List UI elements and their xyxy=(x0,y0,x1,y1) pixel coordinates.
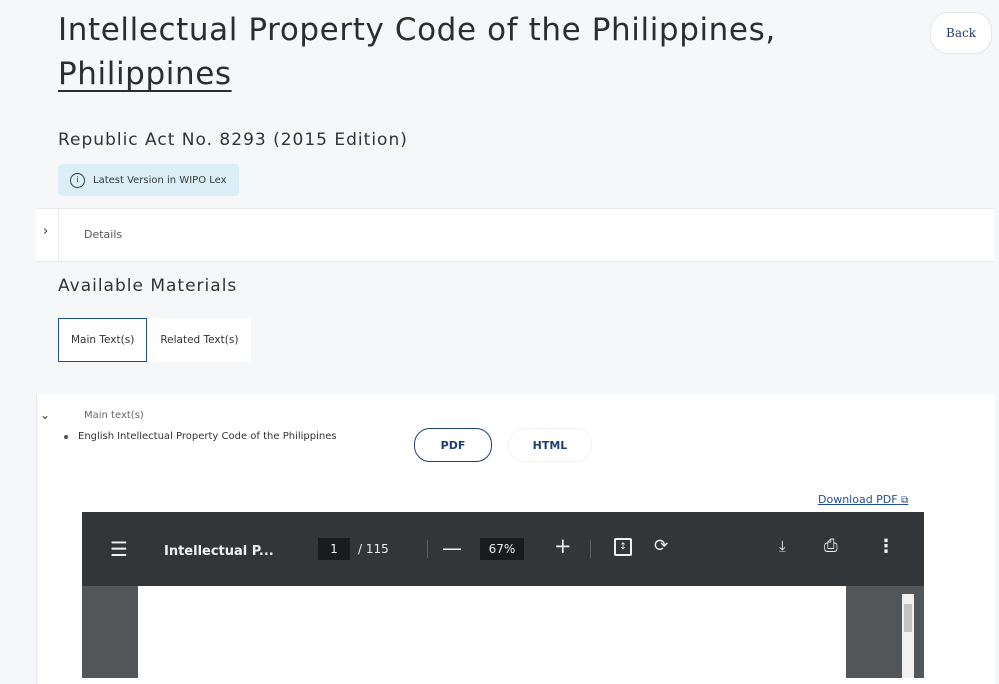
tab-related-texts[interactable]: Related Text(s) xyxy=(147,318,252,362)
tab-main-texts[interactable]: Main Text(s) xyxy=(58,318,148,362)
page-total: / 115 xyxy=(358,542,389,556)
details-accordion[interactable]: › Details xyxy=(36,208,994,262)
zoom-input[interactable]: 67% xyxy=(480,538,524,560)
toolbar-divider xyxy=(590,540,591,558)
country-link[interactable]: Philippines xyxy=(58,56,232,92)
pdf-button[interactable]: PDF xyxy=(414,428,492,462)
materials-tabs: Main Text(s) Related Text(s) xyxy=(58,318,252,362)
section-title: Available Materials xyxy=(58,276,238,296)
more-icon[interactable]: ⋮ xyxy=(877,536,895,557)
fit-page-icon[interactable]: ↕ xyxy=(614,538,632,556)
download-pdf-label: Download PDF xyxy=(818,493,898,506)
toolbar-divider xyxy=(427,540,428,558)
html-button[interactable]: HTML xyxy=(508,428,592,462)
badge-label: Latest Version in WIPO Lex xyxy=(93,174,227,186)
language-label: English xyxy=(78,431,115,442)
rotate-icon[interactable]: ⟳ xyxy=(654,536,668,556)
pdf-page xyxy=(138,586,846,678)
list-item: English Intellectual Property Code of th… xyxy=(64,431,337,442)
menu-icon[interactable]: ☰ xyxy=(110,539,128,559)
external-link-icon: ⧉ xyxy=(901,495,909,506)
details-label: Details xyxy=(84,228,123,241)
back-button[interactable]: Back xyxy=(930,12,992,54)
info-icon: i xyxy=(70,172,85,188)
scroll-thumb[interactable] xyxy=(904,604,912,632)
zoom-in-button[interactable]: + xyxy=(554,534,572,558)
page-number-input[interactable]: 1 xyxy=(318,538,350,560)
bullet xyxy=(64,434,68,439)
pdf-viewer[interactable]: ☰ Intellectual P... 1 / 115 — 67% + ↕ ⟳ … xyxy=(82,512,924,678)
main-text-label: Main text(s) xyxy=(84,410,144,421)
title-line-1: Intellectual Property Code of the Philip… xyxy=(58,12,776,48)
zoom-out-button[interactable]: — xyxy=(442,536,462,560)
status-badge: i Latest Version in WIPO Lex xyxy=(58,164,239,196)
print-icon[interactable]: ⎙ xyxy=(824,536,838,556)
chevron-down-icon[interactable]: ⌄ xyxy=(40,408,50,422)
page-title: Intellectual Property Code of the Philip… xyxy=(58,8,918,96)
viewer-doc-title: Intellectual P... xyxy=(164,544,274,559)
viewer-scrollbar[interactable] xyxy=(902,594,914,678)
download-pdf-link[interactable]: Download PDF ⧉ xyxy=(818,493,908,506)
chevron-right-icon[interactable]: › xyxy=(43,224,48,239)
page-subtitle: Republic Act No. 8293 (2015 Edition) xyxy=(58,130,408,150)
viewer-toolbar: ☰ Intellectual P... 1 / 115 — 67% + ↕ ⟳ … xyxy=(82,512,924,586)
download-icon[interactable]: ⤓ xyxy=(779,537,786,555)
divider xyxy=(58,209,59,261)
document-title: Intellectual Property Code of the Philip… xyxy=(117,431,337,442)
